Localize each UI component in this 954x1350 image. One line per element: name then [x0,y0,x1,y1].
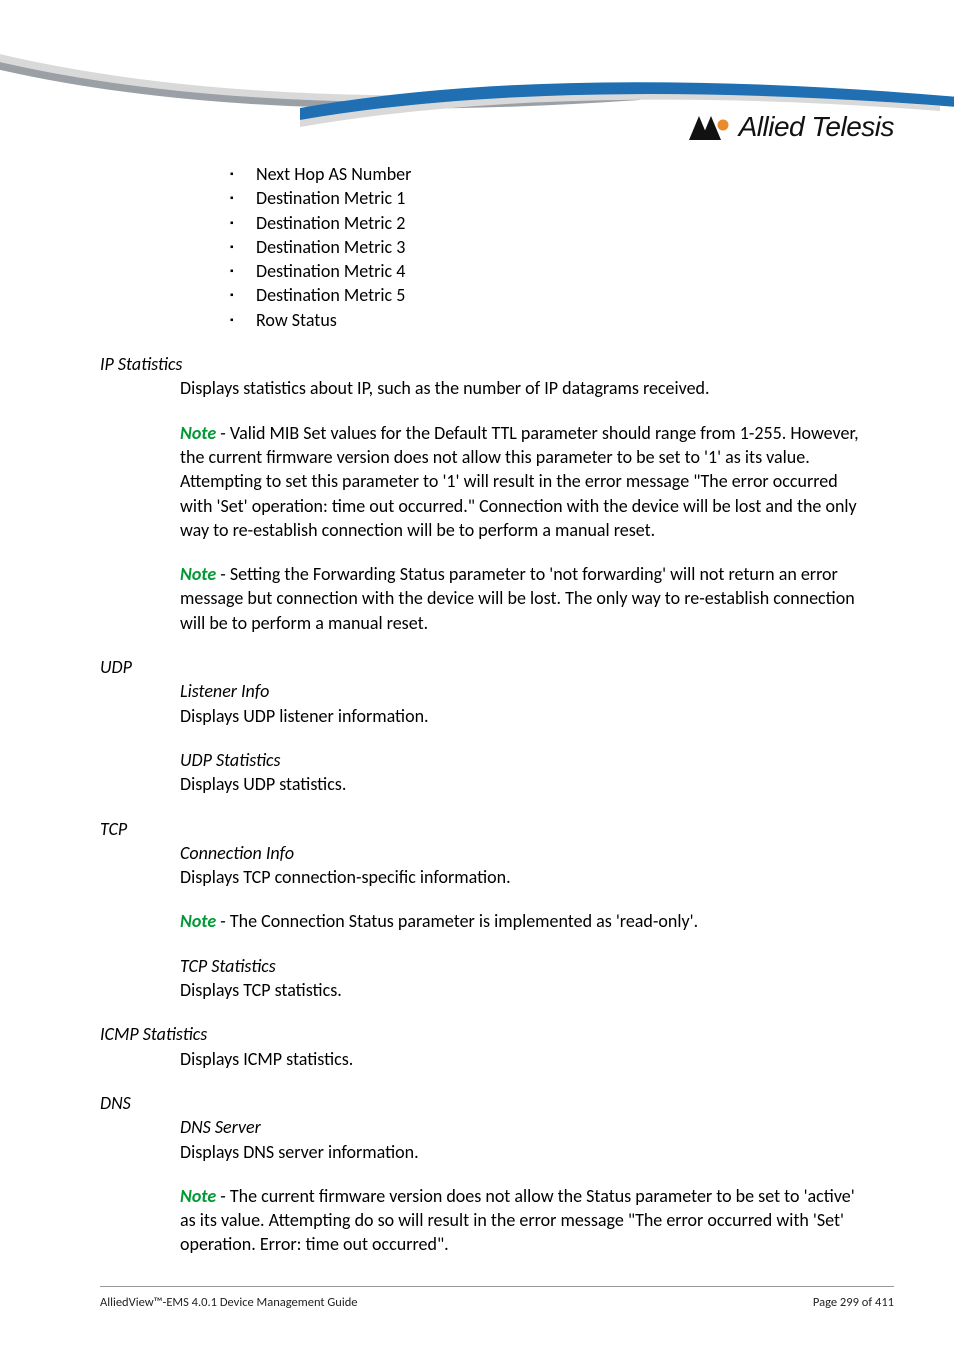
tcp-note: Note - The Connection Status parameter i… [180,909,874,933]
ip-statistics-note-2: Note - Setting the Forwarding Status par… [180,562,874,635]
udp-stats-desc: Displays UDP statistics. [180,772,874,796]
note-label: Note [180,910,216,932]
footer-right: Page 299 of 411 [813,1295,894,1312]
tcp-stats-heading: TCP Statistics [180,954,874,978]
footer-left: AlliedView™-EMS 4.0.1 Device Management … [100,1295,358,1312]
udp-listener-heading: Listener Info [180,679,874,703]
udp-heading: UDP [100,655,874,679]
page-footer: AlliedView™-EMS 4.0.1 Device Management … [100,1286,894,1312]
list-item: Destination Metric 5 [230,283,874,307]
list-item: Next Hop AS Number [230,162,874,186]
note-text: - The Connection Status parameter is imp… [216,910,698,932]
udp-stats-heading: UDP Statistics [180,748,874,772]
tcp-stats-desc: Displays TCP statistics. [180,978,874,1002]
icmp-desc: Displays ICMP statistics. [180,1047,874,1071]
list-item: Destination Metric 3 [230,235,874,259]
brand-name: Allied Telesis [739,108,894,146]
ip-statistics-desc: Displays statistics about IP, such as th… [180,376,874,400]
note-text: - Setting the Forwarding Status paramete… [180,563,855,634]
brand-mark-icon [679,112,733,142]
page-content: Next Hop AS Number Destination Metric 1 … [100,162,874,1257]
ip-statistics-note-1: Note - Valid MIB Set values for the Defa… [180,421,874,542]
brand-logo: Allied Telesis [679,108,894,146]
tcp-conn-heading: Connection Info [180,841,874,865]
udp-listener-desc: Displays UDP listener information. [180,704,874,728]
note-text: - Valid MIB Set values for the Default T… [180,422,859,541]
icmp-heading: ICMP Statistics [100,1022,874,1046]
note-label: Note [180,1185,216,1207]
list-item: Row Status [230,308,874,332]
note-label: Note [180,422,216,444]
tcp-heading: TCP [100,817,874,841]
list-item: Destination Metric 2 [230,211,874,235]
bullet-list: Next Hop AS Number Destination Metric 1 … [230,162,874,332]
note-text: - The current firmware version does not … [180,1185,855,1256]
note-label: Note [180,563,216,585]
dns-heading: DNS [100,1091,874,1115]
dns-note: Note - The current firmware version does… [180,1184,874,1257]
dns-server-heading: DNS Server [180,1115,874,1139]
list-item: Destination Metric 1 [230,186,874,210]
ip-statistics-heading: IP Statistics [100,352,874,376]
dns-server-desc: Displays DNS server information. [180,1140,874,1164]
tcp-conn-desc: Displays TCP connection-specific informa… [180,865,874,889]
list-item: Destination Metric 4 [230,259,874,283]
